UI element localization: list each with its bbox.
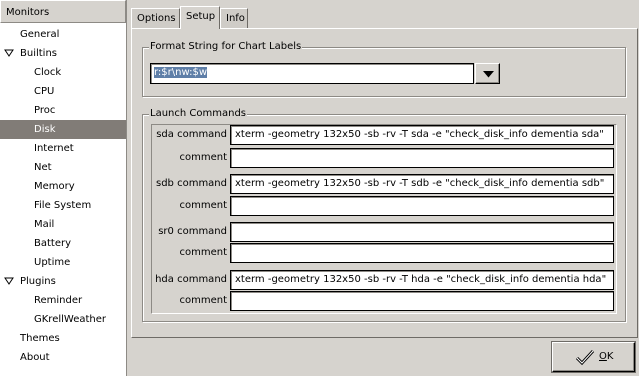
tree-item-proc[interactable]: Proc [0,101,126,120]
tree-item-plugins[interactable]: Plugins [0,272,126,291]
ok-button-label: OK [599,351,614,362]
hda-comment-label: comment [179,295,227,306]
hda-command-label: hda command [155,274,227,285]
hda-command-input[interactable]: xterm -geometry 132x50 -sb -rv -T hda -e… [230,270,614,290]
sda-comment-input[interactable] [230,148,614,168]
sda-comment-label: comment [179,152,227,163]
sr0-command-label: sr0 command [158,226,227,237]
format-frame-label: Format String for Chart Labels [149,41,303,53]
chevron-down-icon [483,71,494,78]
format-string-input[interactable]: r:$r\nw:$w [150,63,474,84]
tree-item-clock[interactable]: Clock [0,63,126,82]
checkmark-icon [575,349,595,366]
hda-comment-input[interactable] [230,291,614,311]
tree-item-mail[interactable]: Mail [0,215,126,234]
tree-item-cpu[interactable]: CPU [0,82,126,101]
tree-item-general[interactable]: General [0,25,126,44]
tree-item-internet[interactable]: Internet [0,139,126,158]
sr0-comment-input[interactable] [230,243,614,263]
expander-open-icon[interactable] [4,277,14,285]
tree-item-uptime[interactable]: Uptime [0,253,126,272]
sdb-command-label: sdb command [156,178,227,189]
tree-item-about[interactable]: About [0,348,126,367]
ok-button[interactable]: OK [552,342,635,372]
tab-info[interactable]: Info [220,8,248,28]
sr0-command-input[interactable] [230,222,614,242]
sda-command-label: sda command [156,129,227,140]
sdb-comment-label: comment [179,200,227,211]
tree-item-themes[interactable]: Themes [0,329,126,348]
tree-item-builtins[interactable]: Builtins [0,44,126,63]
monitors-tree[interactable]: Monitors General Builtins Clock CPU Proc… [0,0,127,376]
tree-item-gkrellweather[interactable]: GKrellWeather [0,310,126,329]
expander-open-icon[interactable] [4,49,14,57]
tree-item-reminder[interactable]: Reminder [0,291,126,310]
format-dropdown-button[interactable] [475,63,500,84]
launch-frame-label: Launch Commands [149,108,247,120]
tree-item-memory[interactable]: Memory [0,177,126,196]
tab-options[interactable]: Options [131,8,180,28]
format-string-value: r:$r\nw:$w [154,67,208,78]
sdb-command-input[interactable]: xterm -geometry 132x50 -sb -rv -T sdb -e… [230,174,614,194]
sr0-comment-label: comment [179,247,227,258]
tree-item-file-system[interactable]: File System [0,196,126,215]
sda-command-input[interactable]: xterm -geometry 132x50 -sb -rv -T sda -e… [230,125,614,145]
tree-item-disk[interactable]: Disk [0,120,126,139]
sdb-comment-input[interactable] [230,196,614,216]
tree-header-monitors[interactable]: Monitors [0,0,126,23]
tab-setup[interactable]: Setup [180,6,220,29]
tree-item-battery[interactable]: Battery [0,234,126,253]
tree-item-net[interactable]: Net [0,158,126,177]
